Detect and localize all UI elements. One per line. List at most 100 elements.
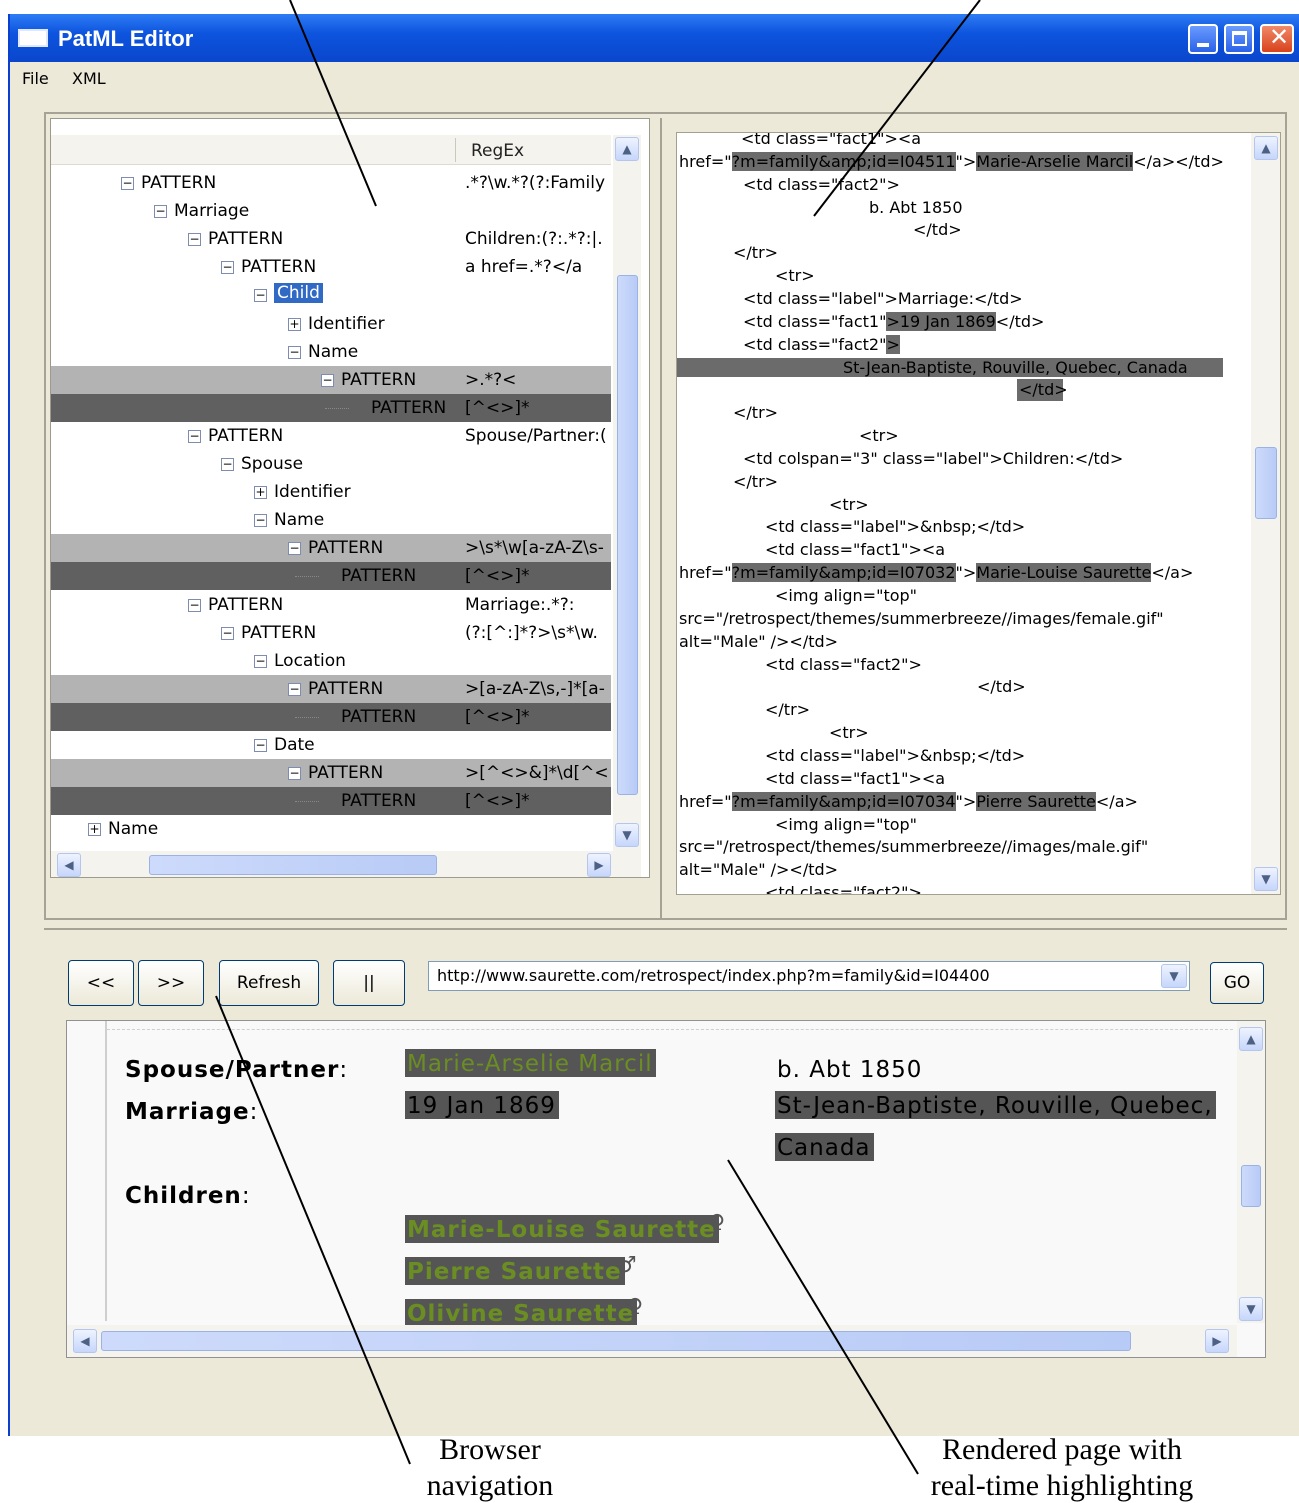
tree-row[interactable]: − Spouse bbox=[51, 450, 611, 478]
browser-hscroll-thumb[interactable] bbox=[101, 1331, 1131, 1351]
tree-node-label[interactable]: PATTERN bbox=[241, 257, 316, 277]
splitter-vertical[interactable] bbox=[660, 118, 666, 918]
html-source-pane[interactable]: <td class="fact1"><a href="?m=family&amp;… bbox=[676, 132, 1281, 895]
tree-node-label[interactable]: PATTERN bbox=[371, 398, 461, 418]
scroll-left-button[interactable]: ◀ bbox=[57, 853, 81, 877]
expand-icon[interactable]: + bbox=[254, 486, 267, 500]
collapse-icon[interactable]: − bbox=[254, 514, 267, 528]
browser-scroll-down-button[interactable]: ▼ bbox=[1239, 1297, 1263, 1321]
tree-node-label[interactable]: Child bbox=[274, 283, 323, 304]
tree-row[interactable]: − Child bbox=[51, 281, 611, 309]
tree-row[interactable]: − PATTERN >[^<>&]*\d[^< bbox=[51, 759, 611, 788]
tree-node-label[interactable]: Name bbox=[274, 510, 324, 530]
minimize-button[interactable] bbox=[1188, 24, 1218, 54]
scroll-down-button[interactable]: ▼ bbox=[615, 823, 639, 847]
collapse-icon[interactable]: − bbox=[188, 598, 201, 612]
menu-xml[interactable]: XML bbox=[72, 69, 106, 88]
collapse-icon[interactable]: − bbox=[254, 654, 267, 668]
tree-node-label[interactable]: PATTERN bbox=[141, 173, 216, 193]
tree-row[interactable]: − PATTERN a href=.*?</a bbox=[51, 253, 611, 281]
collapse-icon[interactable]: − bbox=[288, 345, 301, 359]
tree-row[interactable]: − PATTERN >.*?< bbox=[51, 365, 611, 394]
tree-vscrollbar[interactable]: ▲ ▼ bbox=[613, 135, 641, 851]
expand-icon[interactable]: + bbox=[288, 317, 301, 331]
code-scroll-down-button[interactable]: ▼ bbox=[1254, 867, 1278, 891]
tree-row[interactable]: − Name bbox=[51, 338, 611, 366]
browser-hscrollbar[interactable]: ◀ ▶ bbox=[67, 1325, 1237, 1357]
tree-node-label[interactable]: Identifier bbox=[274, 482, 351, 502]
pattern-tree[interactable]: RegEx − PATTERN .*?\w.*?(?:Family − Marriage… bbox=[50, 118, 650, 878]
code-vscrollbar[interactable]: ▲ ▼ bbox=[1251, 133, 1280, 894]
tree-node-label[interactable]: Location bbox=[274, 651, 346, 671]
collapse-icon[interactable]: − bbox=[188, 429, 201, 443]
tree-row[interactable]: − PATTERN >[a-zA-Z\s,-]*[a- bbox=[51, 674, 611, 703]
browser-vscrollbar[interactable]: ▲ ▼ bbox=[1237, 1021, 1265, 1323]
collapse-icon[interactable]: − bbox=[288, 767, 301, 781]
tree-row[interactable]: PATTERN [^<>]* bbox=[51, 393, 611, 422]
tree-node-label[interactable]: PATTERN bbox=[341, 791, 461, 811]
tree-row[interactable]: + Identifier bbox=[51, 310, 611, 338]
tree-row[interactable]: − PATTERN Children:(?:.*?:|. bbox=[51, 225, 611, 253]
tree-row[interactable]: − PATTERN Spouse/Partner:( bbox=[51, 422, 611, 450]
tree-node-label[interactable]: PATTERN bbox=[308, 538, 383, 558]
close-button[interactable]: ✕ bbox=[1260, 23, 1294, 54]
back-button[interactable]: << bbox=[68, 960, 134, 1006]
tree-row[interactable]: − PATTERN (?:[^:]*?>\s*\w. bbox=[51, 619, 611, 647]
tree-node-label[interactable]: PATTERN bbox=[308, 763, 383, 783]
tree-node-label[interactable]: PATTERN bbox=[341, 370, 416, 390]
tree-row[interactable]: + Name bbox=[51, 815, 611, 843]
tree-node-label[interactable]: Name bbox=[308, 342, 358, 362]
url-combobox[interactable]: http://www.saurette.com/retrospect/index… bbox=[428, 961, 1190, 991]
child-link[interactable]: Olivine Saurette bbox=[405, 1299, 638, 1327]
tree-node-label[interactable]: Name bbox=[108, 819, 158, 839]
collapse-icon[interactable]: − bbox=[154, 205, 167, 219]
rendered-page-view[interactable]: Spouse/Partner: Marie-Arselie Marcil b. … bbox=[66, 1020, 1266, 1358]
collapse-icon[interactable]: − bbox=[121, 177, 134, 190]
collapse-icon[interactable]: − bbox=[321, 373, 334, 387]
browser-scroll-up-button[interactable]: ▲ bbox=[1239, 1027, 1263, 1051]
tree-row[interactable]: − PATTERN >\s*\w[a-zA-Z\s- bbox=[51, 534, 611, 563]
tree-hscrollbar[interactable]: ◀ ▶ bbox=[51, 851, 641, 877]
tree-row[interactable]: PATTERN [^<>]* bbox=[51, 702, 611, 731]
tree-node-label[interactable]: Identifier bbox=[308, 314, 385, 334]
tree-node-label[interactable]: Spouse bbox=[241, 454, 303, 474]
browser-scroll-left-button[interactable]: ◀ bbox=[73, 1329, 97, 1353]
collapse-icon[interactable]: − bbox=[254, 289, 267, 303]
regex-column-header[interactable]: RegEx bbox=[471, 141, 524, 161]
collapse-icon[interactable]: − bbox=[221, 458, 234, 471]
collapse-icon[interactable]: − bbox=[188, 233, 201, 247]
column-divider[interactable] bbox=[455, 138, 456, 162]
tree-node-label[interactable]: PATTERN bbox=[341, 566, 461, 586]
url-input[interactable]: http://www.saurette.com/retrospect/index… bbox=[437, 966, 990, 985]
code-scroll-thumb[interactable] bbox=[1255, 447, 1277, 519]
pause-button[interactable]: || bbox=[333, 960, 405, 1006]
forward-button[interactable]: >> bbox=[138, 960, 204, 1006]
code-scroll-up-button[interactable]: ▲ bbox=[1254, 136, 1278, 160]
spouse-name-link[interactable]: Marie-Arselie Marcil bbox=[405, 1049, 656, 1077]
browser-scroll-right-button[interactable]: ▶ bbox=[1205, 1329, 1229, 1353]
tree-row[interactable]: − Marriage bbox=[51, 197, 611, 225]
tree-row[interactable]: PATTERN [^<>]* bbox=[51, 562, 611, 591]
tree-node-label[interactable]: PATTERN bbox=[241, 623, 316, 643]
child-link[interactable]: Marie-Louise Saurette bbox=[405, 1215, 719, 1243]
tree-node-label[interactable]: PATTERN bbox=[208, 229, 283, 249]
collapse-icon[interactable]: − bbox=[288, 682, 301, 696]
collapse-icon[interactable]: − bbox=[288, 542, 301, 556]
child-link[interactable]: Pierre Saurette bbox=[405, 1257, 625, 1285]
expand-icon[interactable]: + bbox=[88, 823, 101, 837]
tree-node-label[interactable]: PATTERN bbox=[341, 707, 461, 727]
tree-row[interactable]: − Name bbox=[51, 506, 611, 534]
tree-row[interactable]: − Location bbox=[51, 647, 611, 675]
tree-hscroll-thumb[interactable] bbox=[149, 855, 437, 875]
browser-scroll-thumb[interactable] bbox=[1241, 1165, 1261, 1207]
tree-node-label[interactable]: PATTERN bbox=[208, 426, 283, 446]
collapse-icon[interactable]: − bbox=[221, 626, 234, 640]
splitter-horizontal[interactable] bbox=[44, 928, 1287, 932]
url-dropdown-button[interactable]: ▼ bbox=[1161, 964, 1187, 988]
tree-node-label[interactable]: PATTERN bbox=[208, 595, 283, 615]
scroll-up-button[interactable]: ▲ bbox=[615, 137, 639, 161]
tree-node-label[interactable]: Date bbox=[274, 735, 315, 755]
tree-row[interactable]: − PATTERN Marriage:.*?: bbox=[51, 591, 611, 619]
tree-row[interactable]: + Identifier bbox=[51, 478, 611, 506]
maximize-button[interactable] bbox=[1224, 24, 1254, 54]
